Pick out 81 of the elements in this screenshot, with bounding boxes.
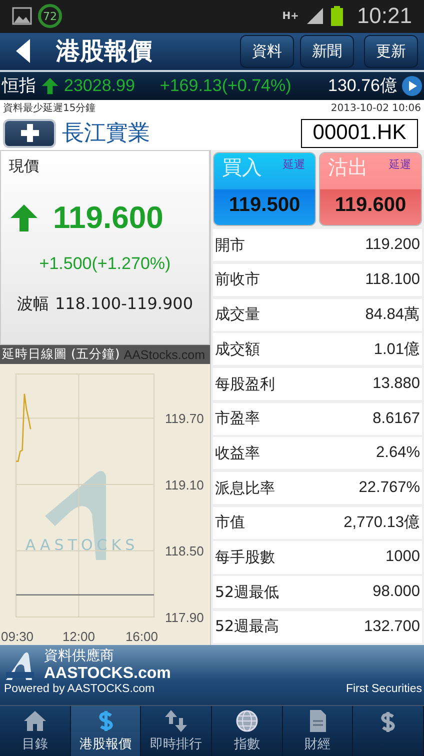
stat-label: 52週最高: [215, 617, 280, 636]
current-price: 119.600: [53, 200, 164, 236]
status-time: 10:21: [356, 3, 412, 30]
x-tick-label: 09:30: [1, 629, 34, 644]
stat-label: 成交量: [215, 305, 260, 324]
ask-price-button[interactable]: 沽出 延遲 119.600: [319, 152, 422, 226]
plus-icon: [20, 124, 38, 142]
quote-price: 119.500: [228, 193, 300, 218]
stat-label: 派息比率: [215, 478, 275, 498]
stat-value: 132.700: [364, 618, 420, 636]
range-label: 波幅: [16, 294, 49, 316]
stat-value: 1.01億: [374, 340, 420, 360]
y-tick-label: 119.10: [165, 478, 204, 493]
index-turnover: 130.76億: [328, 75, 397, 98]
stat-label: 每手股數: [215, 548, 275, 567]
chart-title: 延時日線圖 (五分鐘): [2, 346, 120, 364]
y-tick-label: 119.70: [165, 412, 204, 427]
y-tick-label: 118.50: [165, 544, 204, 560]
battery-icon: [330, 6, 343, 26]
stat-value: 8.6167: [372, 410, 420, 428]
tab[interactable]: 港股報價: [70, 706, 142, 756]
stat-value: 1000: [386, 548, 420, 566]
stat-label: 收益率: [215, 444, 260, 463]
x-tick-label: 16:00: [125, 629, 158, 644]
logo-icon: [4, 650, 36, 682]
y-tick-label: 117.90: [165, 610, 204, 626]
stat-label: 前收市: [215, 270, 260, 290]
stat-value: 119.200: [365, 236, 420, 254]
stat-value: 22.767%: [358, 479, 420, 498]
header-button[interactable]: 資料: [240, 34, 294, 68]
provider-label: 資料供應商: [44, 649, 115, 665]
stat-label: 52週最低: [215, 582, 280, 602]
signal-icon: [304, 7, 325, 26]
timestamp: 2013-10-02 10:06: [330, 102, 421, 114]
battery-level-badge: 72: [38, 4, 62, 28]
quote-price: 119.600: [334, 193, 406, 218]
delay-tag: 延遲: [389, 157, 411, 172]
bid-price-button[interactable]: 買入 延遲 119.500: [213, 152, 316, 226]
stat-value: 2,770.13億: [344, 513, 420, 534]
stat-label: 每股盈利: [215, 374, 275, 394]
up-down-arrows-icon: [164, 709, 188, 734]
globe-icon: [234, 709, 259, 734]
play-icon[interactable]: [402, 76, 422, 96]
stat-label: 成交額: [215, 340, 260, 359]
tab[interactable]: 即時排行: [141, 706, 212, 756]
button-caption: 沽出: [328, 156, 368, 178]
back-icon[interactable]: [14, 38, 32, 64]
stat-value: 2.64%: [376, 444, 420, 462]
screen-title: 港股報價: [56, 36, 152, 68]
provider-name: AASTOCKS.com: [44, 664, 171, 682]
stat-value: 118.100: [365, 270, 420, 289]
stat-value: 98.000: [372, 583, 420, 602]
stat-label: 開市: [215, 236, 245, 255]
tab[interactable]: 目錄: [0, 706, 71, 756]
range-value: 118.100-119.900: [54, 294, 194, 316]
header-button[interactable]: 新聞: [300, 34, 354, 68]
add-button[interactable]: [3, 118, 56, 148]
price-change: +1.500(+1.270%): [38, 254, 172, 274]
delay-tag: 延遲: [283, 157, 305, 172]
tab[interactable]: 指數: [212, 706, 283, 756]
index-value: 23028.99: [64, 76, 135, 96]
price-label: 現價: [9, 157, 40, 176]
stat-value: 13.880: [372, 375, 420, 394]
price-line: [16, 394, 32, 462]
tab[interactable]: 財經: [282, 706, 354, 756]
index-name: 恒指: [2, 75, 36, 98]
header-button[interactable]: 更新: [364, 34, 418, 68]
network-type: H+: [282, 10, 299, 22]
stat-label: 市盈率: [215, 409, 260, 428]
delay-notice: 資料最少延遲15分鐘: [3, 102, 96, 116]
index-change: +169.13(+0.74%): [160, 76, 292, 96]
home-icon: [22, 709, 47, 734]
broker-name: First Securities: [346, 683, 422, 696]
stock-code-field[interactable]: 00001.HK: [301, 118, 418, 148]
stat-label: 市值: [215, 513, 245, 532]
button-caption: 買入: [222, 156, 262, 178]
x-tick-label: 12:00: [62, 629, 95, 644]
stat-value: 84.84萬: [365, 305, 420, 326]
powered-by-text: Powered by AASTOCKS.com: [4, 683, 155, 696]
image-icon: [12, 7, 32, 26]
stock-name: 長江實業: [62, 120, 150, 148]
